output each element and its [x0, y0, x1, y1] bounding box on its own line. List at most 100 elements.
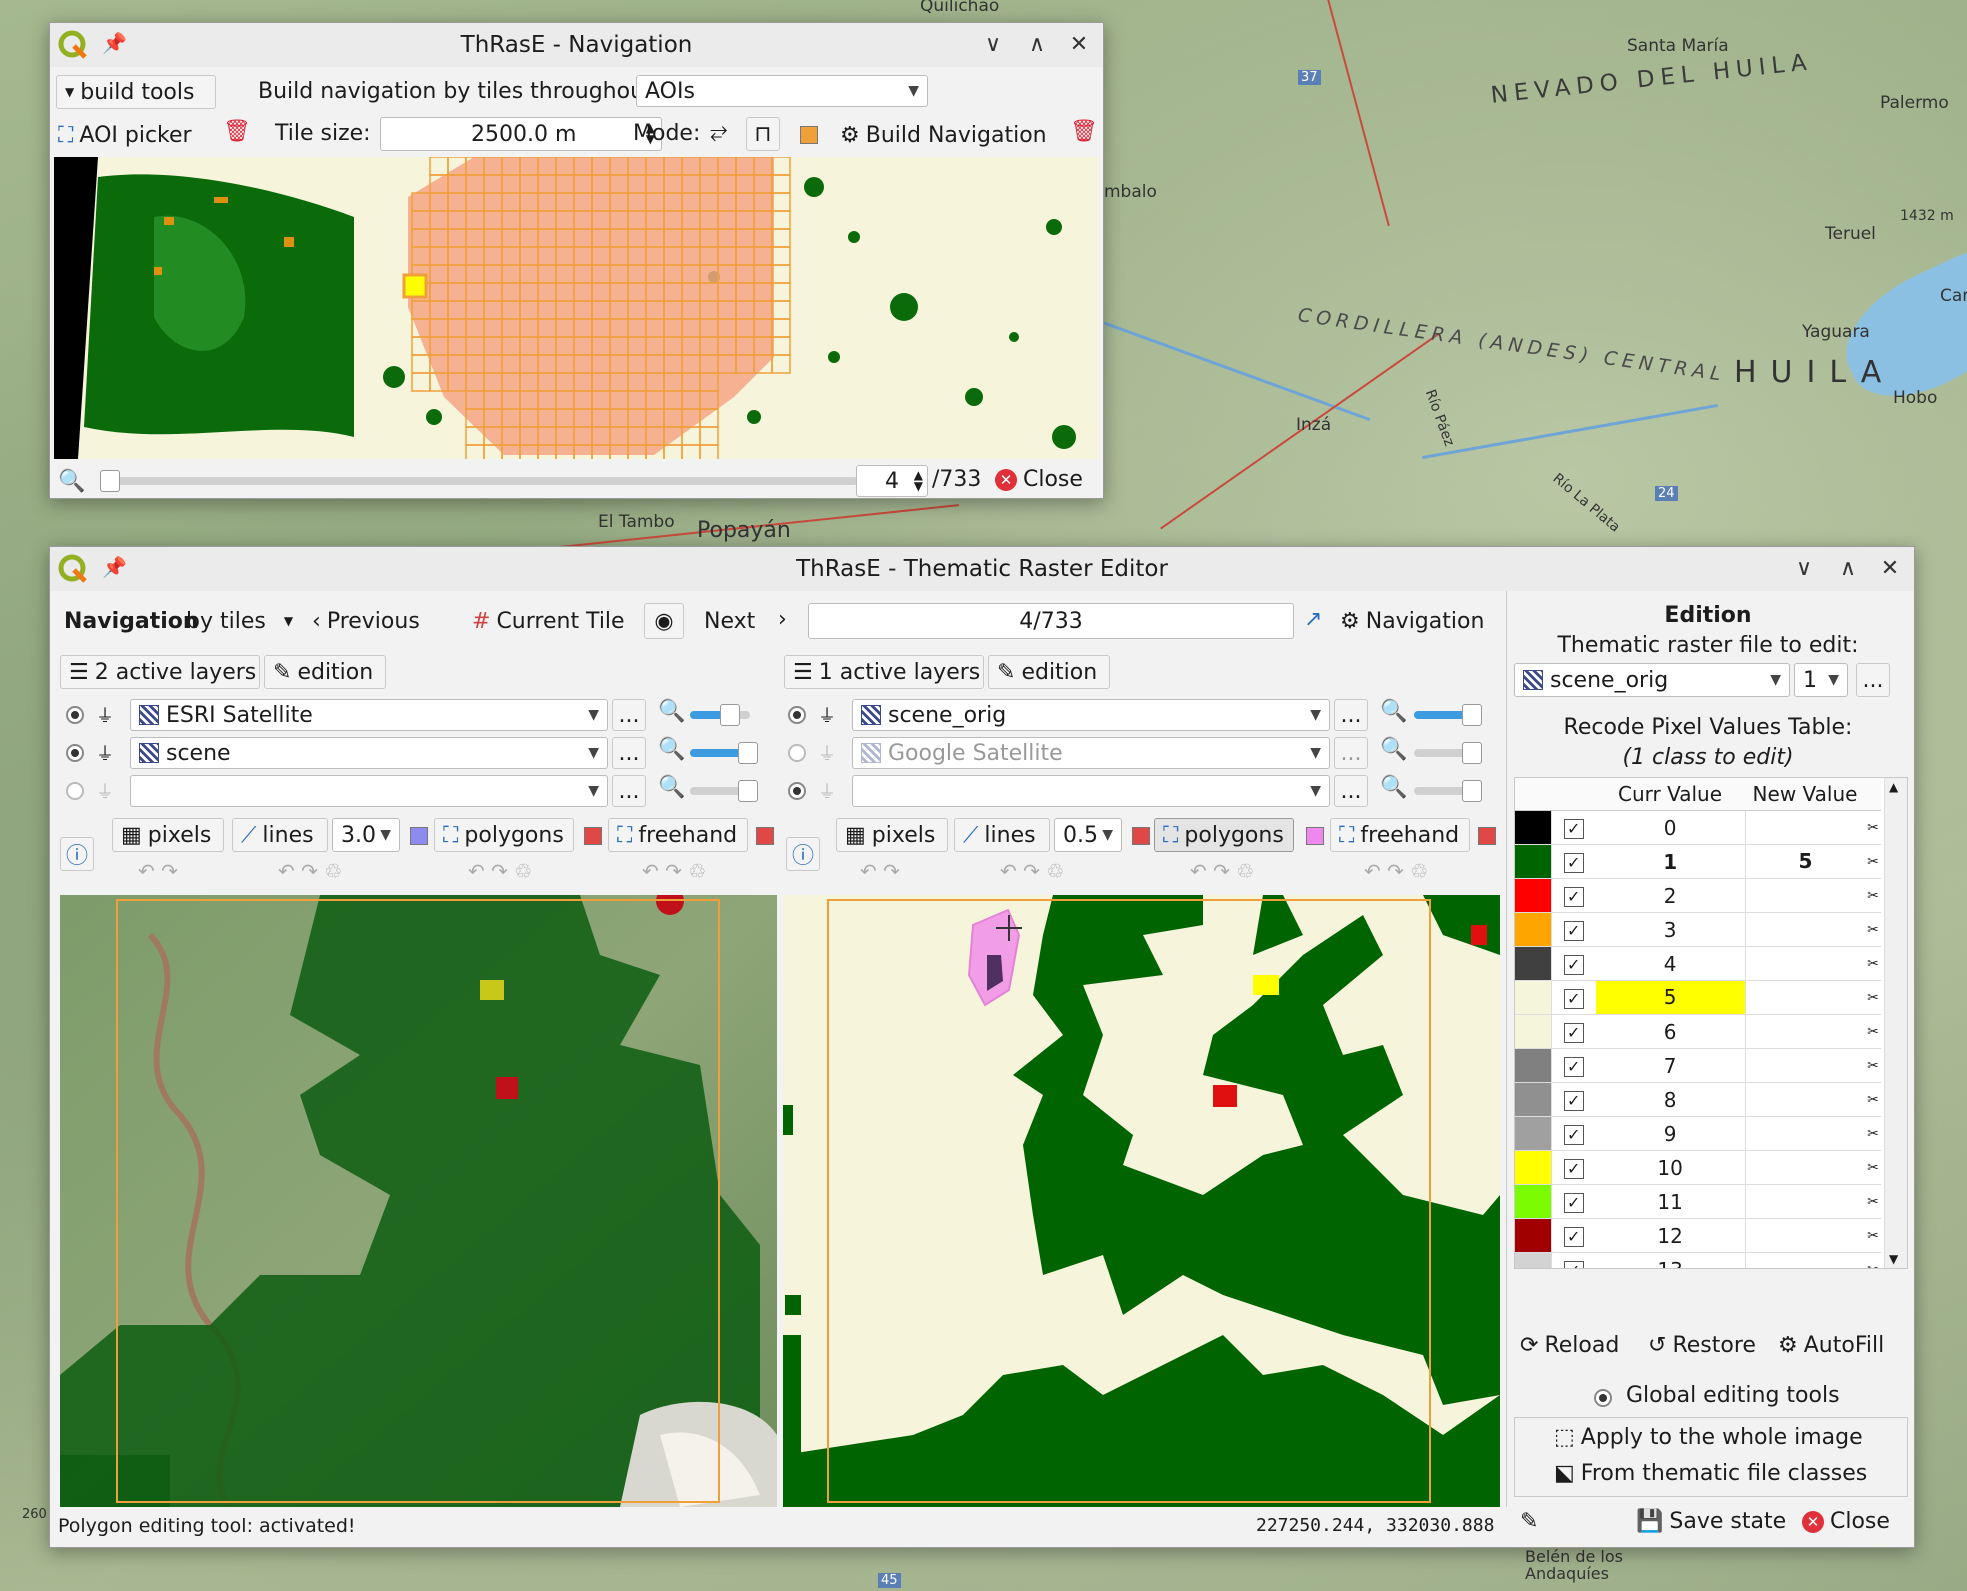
curr-value-header[interactable]: Curr Value [1595, 778, 1745, 810]
class-visible-checkbox[interactable]: ✓ [1552, 1189, 1596, 1214]
zoom-icon[interactable]: 🔍 [1380, 699, 1407, 724]
opacity-knob[interactable] [738, 780, 758, 802]
navigation-map-canvas[interactable] [54, 157, 1099, 459]
recode-row[interactable]: ✓ 6 ✂ [1515, 1015, 1881, 1049]
class-color-swatch[interactable] [1515, 879, 1552, 912]
left-lines-tool[interactable]: ⟋ lines [232, 818, 328, 852]
new-value-cell[interactable]: 5 [1744, 845, 1865, 878]
global-tools-radio[interactable] [1594, 1389, 1612, 1407]
class-color-swatch[interactable] [1515, 1049, 1552, 1082]
restore-button[interactable]: ↺ Restore [1648, 1333, 1756, 1358]
left-layer-2-radio[interactable] [66, 744, 84, 762]
lines-color-swatch[interactable] [1132, 827, 1150, 845]
left-line-width[interactable]: 3.0 ▼ [332, 818, 400, 852]
class-visible-checkbox[interactable]: ✓ [1552, 1087, 1596, 1112]
recode-row[interactable]: ✓ 9 ✂ [1515, 1117, 1881, 1151]
right-layer-1-opacity[interactable] [1414, 704, 1482, 726]
undo-icon[interactable]: ↶ ↷ ♲ [1364, 859, 1428, 883]
left-edition-button[interactable]: ✎ edition [264, 655, 386, 689]
eraser-icon[interactable]: ✂ [1865, 1092, 1881, 1108]
class-visible-checkbox[interactable]: ✓ [1552, 883, 1596, 908]
recode-row[interactable]: ✓ 12 ✂ [1515, 1219, 1881, 1253]
raster-more-button[interactable]: ... [1856, 663, 1890, 697]
new-value-cell[interactable] [1744, 1151, 1865, 1184]
class-color-swatch[interactable] [1515, 1083, 1552, 1116]
class-visible-checkbox[interactable]: ✓ [1552, 1155, 1596, 1180]
undo-icon[interactable]: ↶ ↷ ♲ [1190, 859, 1254, 883]
close-window-button[interactable]: ✕ [1874, 553, 1906, 585]
opacity-knob[interactable] [1462, 742, 1482, 764]
maximize-button[interactable]: ∧ [1832, 553, 1864, 585]
recode-row[interactable]: ✓ 1 5 ✂ [1515, 845, 1881, 879]
zoom-icon[interactable]: 🔍 [1380, 775, 1407, 800]
right-layer-3-combo[interactable]: ▼ [852, 775, 1330, 807]
navigation-mode-combo[interactable]: by tiles ▼ [186, 605, 299, 637]
new-value-cell[interactable] [1744, 1253, 1865, 1268]
tile-size-spinbox[interactable]: 2500.0 m ▲ ▼ [380, 117, 662, 151]
eraser-icon[interactable]: ✂ [1865, 1262, 1881, 1269]
recode-row[interactable]: ✓13 ✂ [1515, 1253, 1881, 1269]
eraser-icon[interactable]: ✂ [1865, 1126, 1881, 1142]
new-value-cell[interactable] [1744, 1117, 1865, 1150]
new-value-cell[interactable] [1744, 1049, 1865, 1082]
right-layer-2-combo[interactable]: Google Satellite ▼ [852, 737, 1330, 769]
new-value-cell[interactable] [1744, 1185, 1865, 1218]
tile-slider-knob[interactable] [100, 470, 120, 492]
navigation-close-button[interactable]: ✕ Close [995, 467, 1083, 492]
new-value-header[interactable]: New Value [1745, 778, 1865, 810]
class-visible-checkbox[interactable]: ✓ [1552, 1053, 1596, 1078]
mode-horizontal-icon[interactable]: ⥂ [710, 119, 728, 144]
spin-arrows-icon[interactable]: ▲ ▼ [914, 469, 923, 492]
class-color-swatch[interactable] [1515, 1117, 1552, 1150]
editor-close-button[interactable]: ✕ Close [1802, 1509, 1890, 1534]
class-color-swatch[interactable] [1515, 845, 1552, 878]
build-tools-button[interactable]: ▼ build tools [56, 75, 216, 109]
class-visible-checkbox[interactable]: ✓ [1552, 849, 1596, 874]
right-polygons-tool[interactable]: ⛶ polygons [1154, 818, 1294, 852]
right-layer-2-more-button[interactable]: ... [1334, 737, 1368, 769]
class-visible-checkbox[interactable]: ✓ [1552, 1121, 1596, 1146]
close-window-button[interactable]: ✕ [1063, 29, 1095, 61]
class-color-swatch[interactable] [1515, 913, 1552, 946]
left-layer-1-more-button[interactable]: ... [612, 699, 646, 731]
recode-row[interactable]: ✓ 10 ✂ [1515, 1151, 1881, 1185]
left-polygons-tool[interactable]: ⛶ polygons [434, 818, 574, 852]
eraser-icon[interactable]: ✂ [1865, 1160, 1881, 1176]
undo-icon[interactable]: ↶ ↷ [860, 859, 900, 883]
pick-info-icon[interactable]: ⓘ [786, 837, 820, 871]
right-line-width[interactable]: 0.5 ▼ [1054, 818, 1122, 852]
right-layer-1-radio[interactable] [788, 706, 806, 724]
opacity-knob[interactable] [738, 742, 758, 764]
recode-row[interactable]: ✓ 11 ✂ [1515, 1185, 1881, 1219]
class-visible-checkbox[interactable]: ✓ [1552, 1257, 1596, 1268]
polygons-color-swatch[interactable] [1306, 827, 1324, 845]
band-combo[interactable]: 1 ▼ [1794, 663, 1848, 697]
class-visible-checkbox[interactable]: ✓ [1552, 815, 1596, 840]
minimize-button[interactable]: ∨ [977, 29, 1009, 61]
class-color-swatch[interactable] [1515, 1151, 1552, 1184]
left-pixels-tool[interactable]: ▦ pixels [112, 818, 224, 852]
left-freehand-tool[interactable]: ⛶ freehand [608, 818, 748, 852]
scroll-down-icon[interactable]: ▼ [1889, 1252, 1898, 1266]
eraser-icon[interactable]: ✂ [1865, 922, 1881, 938]
right-layer-1-combo[interactable]: scene_orig ▼ [852, 699, 1330, 731]
right-layer-1-more-button[interactable]: ... [1334, 699, 1368, 731]
recode-row[interactable]: ✓ 5 ✂ [1515, 981, 1881, 1015]
undo-icon[interactable]: ↶ ↷ ♲ [468, 859, 532, 883]
right-map-canvas[interactable] [783, 895, 1500, 1507]
recode-row[interactable]: ✓ 7 ✂ [1515, 1049, 1881, 1083]
minimize-button[interactable]: ∨ [1788, 553, 1820, 585]
class-color-swatch[interactable] [1515, 1219, 1552, 1252]
right-lines-tool[interactable]: ⟋ lines [954, 818, 1050, 852]
right-layer-3-more-button[interactable]: ... [1334, 775, 1368, 807]
class-color-swatch[interactable] [1515, 1253, 1552, 1268]
tile-counter-field[interactable]: 4/733 [808, 603, 1294, 639]
eraser-icon[interactable]: ✂ [1865, 888, 1881, 904]
right-layer-3-radio[interactable] [788, 782, 806, 800]
left-layer-2-combo[interactable]: scene ▼ [130, 737, 608, 769]
left-layer-1-combo[interactable]: ESRI Satellite ▼ [130, 699, 608, 731]
aoi-picker-button[interactable]: ⛶ AOI picker [58, 119, 192, 151]
right-active-layers-button[interactable]: ☰ 1 active layers [784, 655, 984, 689]
build-by-combo[interactable]: AOIs ▼ [636, 75, 928, 107]
eraser-icon[interactable]: ✂ [1865, 1194, 1881, 1210]
